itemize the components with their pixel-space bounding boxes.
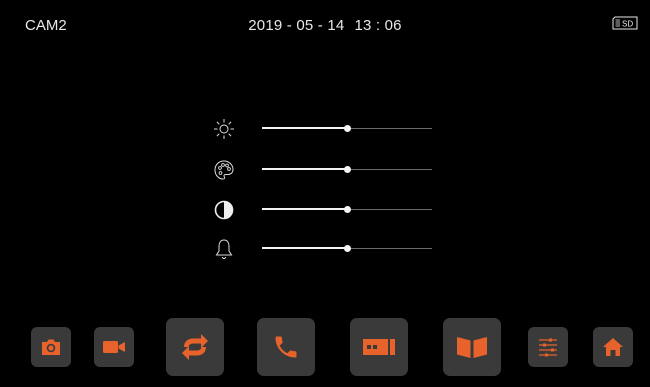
bell-icon xyxy=(215,239,233,259)
video-camera-icon xyxy=(103,341,125,353)
camera-icon xyxy=(42,339,60,355)
status-bar: CAM2 2019 - 05 - 14 13 : 06 SD xyxy=(0,0,650,36)
date-text: 2019 - 05 - 14 xyxy=(248,17,345,34)
color-slider-fill xyxy=(262,168,347,170)
color-slider[interactable] xyxy=(262,166,432,173)
contrast-icon xyxy=(214,200,234,220)
switch-button[interactable] xyxy=(166,318,224,376)
volume-row xyxy=(0,234,650,264)
brightness-slider-knob[interactable] xyxy=(344,125,351,132)
playback-button[interactable] xyxy=(443,318,501,376)
talk-button[interactable] xyxy=(257,318,315,376)
home-icon xyxy=(603,338,623,356)
bottom-dock xyxy=(0,318,650,380)
contrast-slider-knob[interactable] xyxy=(344,206,351,213)
contrast-row xyxy=(0,195,650,225)
settings-button[interactable] xyxy=(528,327,568,367)
image-adjust-panel xyxy=(0,110,650,270)
unlock-button[interactable] xyxy=(350,318,408,376)
color-row xyxy=(0,155,650,185)
brightness-row xyxy=(0,114,650,144)
brightness-icon xyxy=(214,119,234,139)
contrast-slider[interactable] xyxy=(262,206,432,213)
palette-icon xyxy=(214,160,234,180)
home-button[interactable] xyxy=(593,327,633,367)
time-text: 13 : 06 xyxy=(354,17,402,34)
brightness-slider[interactable] xyxy=(262,125,432,132)
contrast-slider-fill xyxy=(262,208,347,210)
brightness-slider-fill xyxy=(262,127,347,129)
record-button[interactable] xyxy=(94,327,134,367)
snapshot-button[interactable] xyxy=(31,327,71,367)
door-lock-icon xyxy=(363,339,395,355)
phone-icon xyxy=(275,336,297,358)
book-icon xyxy=(457,337,487,358)
sliders-icon xyxy=(539,338,557,357)
sd-card-icon: SD xyxy=(612,16,638,30)
volume-slider-fill xyxy=(262,247,347,249)
date-time: 2019 - 05 - 14 13 : 06 xyxy=(0,17,650,34)
sd-label: SD xyxy=(622,20,633,29)
color-slider-knob[interactable] xyxy=(344,166,351,173)
volume-slider-knob[interactable] xyxy=(344,245,351,252)
switch-arrows-icon xyxy=(182,334,208,360)
volume-slider[interactable] xyxy=(262,245,432,252)
